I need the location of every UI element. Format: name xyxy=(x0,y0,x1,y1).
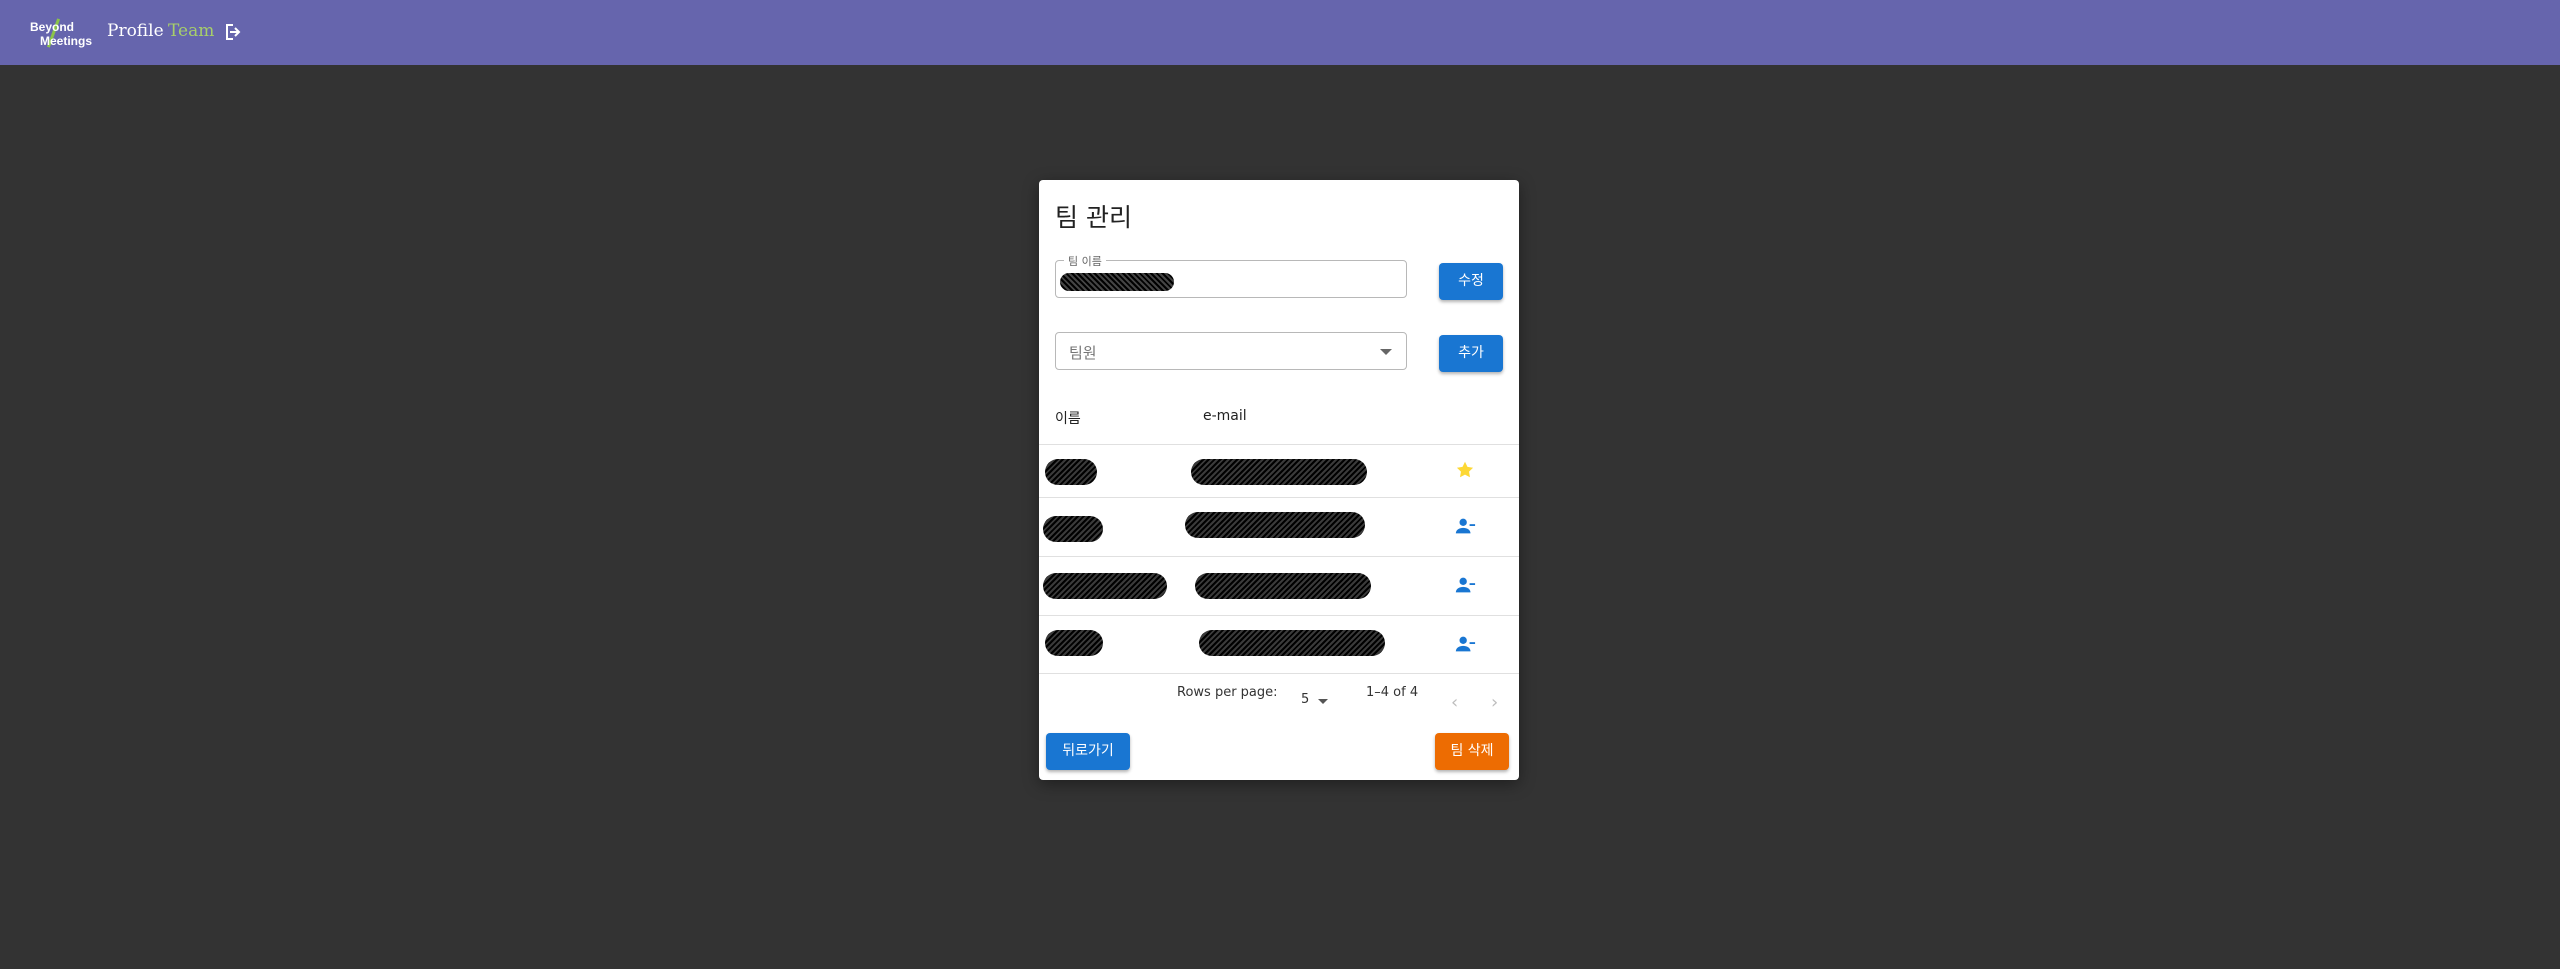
previous-page-icon[interactable]: ‹ xyxy=(1451,692,1458,713)
remove-member-icon[interactable] xyxy=(1453,515,1477,537)
back-button[interactable]: 뒤로가기 xyxy=(1046,733,1130,770)
table-bottom-divider xyxy=(1039,673,1519,674)
chevron-down-icon xyxy=(1380,349,1392,355)
member-email-redacted xyxy=(1191,459,1367,485)
rows-per-page-select[interactable]: 5 xyxy=(1301,692,1309,707)
nav-team-link[interactable]: Team xyxy=(168,20,214,42)
team-name-value-redacted xyxy=(1060,273,1174,291)
team-management-dialog: 팀 관리 팀 이름 수정 팀원 추가 이름 e-mail Rows per pa… xyxy=(1039,180,1519,780)
app-logo[interactable]: Beyond Meetings xyxy=(30,18,92,50)
remove-member-icon[interactable] xyxy=(1453,633,1477,655)
rows-per-page-label: Rows per page: xyxy=(1177,685,1278,700)
member-email-redacted xyxy=(1185,512,1365,538)
dialog-title: 팀 관리 xyxy=(1055,203,1132,232)
pagination-range: 1–4 of 4 xyxy=(1366,685,1419,700)
member-email-redacted xyxy=(1199,630,1385,656)
chevron-down-icon[interactable] xyxy=(1318,699,1328,704)
add-member-button[interactable]: 추가 xyxy=(1439,335,1503,372)
member-name-redacted xyxy=(1045,630,1103,656)
column-header-name: 이름 xyxy=(1055,411,1081,427)
member-name-redacted xyxy=(1043,516,1103,542)
star-icon xyxy=(1456,461,1474,478)
delete-team-button[interactable]: 팀 삭제 xyxy=(1435,733,1509,770)
member-name-redacted xyxy=(1045,459,1097,485)
edit-team-name-button[interactable]: 수정 xyxy=(1439,263,1503,300)
member-email-redacted xyxy=(1195,573,1371,599)
table-row xyxy=(1039,556,1519,615)
logo-line-2: Meetings xyxy=(40,34,93,48)
table-row xyxy=(1039,615,1519,674)
table-row xyxy=(1039,444,1519,497)
team-name-field[interactable]: 팀 이름 xyxy=(1055,253,1407,298)
top-app-bar: Beyond Meetings Profile Team xyxy=(0,0,2560,65)
remove-member-icon[interactable] xyxy=(1453,574,1477,596)
member-select[interactable]: 팀원 xyxy=(1055,332,1407,370)
team-name-label: 팀 이름 xyxy=(1064,253,1106,269)
next-page-icon[interactable]: › xyxy=(1491,692,1498,713)
logo-line-1: Beyond xyxy=(30,20,75,34)
member-name-redacted xyxy=(1043,573,1167,599)
nav-profile-link[interactable]: Profile xyxy=(107,20,164,42)
table-row xyxy=(1039,497,1519,556)
member-select-label: 팀원 xyxy=(1069,344,1097,362)
column-header-email: e-mail xyxy=(1203,408,1247,424)
logout-icon[interactable] xyxy=(220,20,246,44)
